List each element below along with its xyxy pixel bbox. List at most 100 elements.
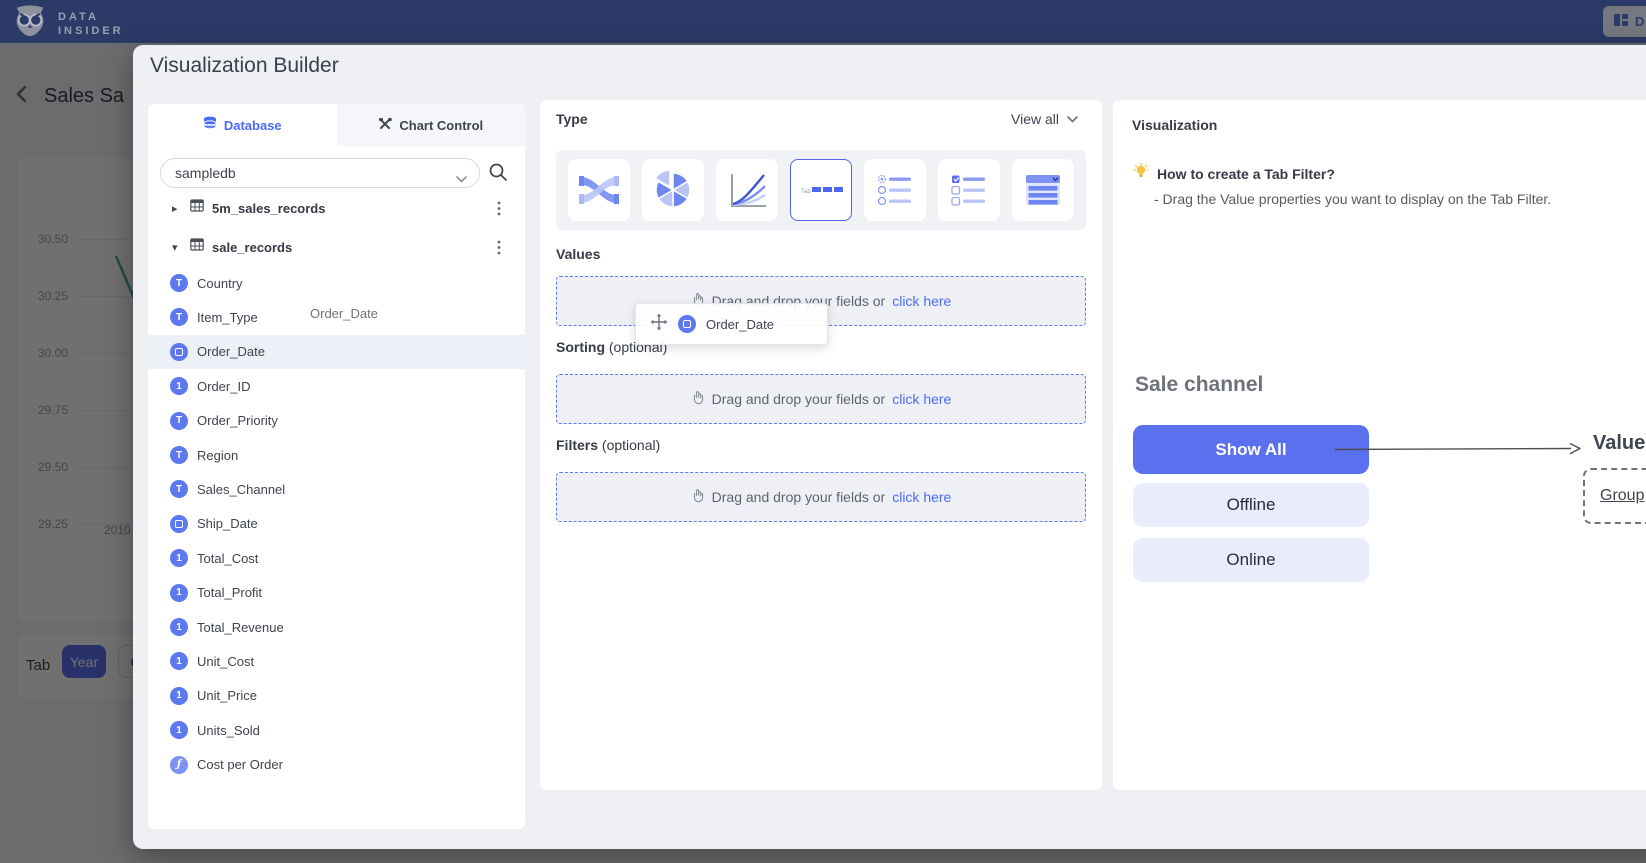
chart-type-strip: Tab: [556, 150, 1086, 230]
field-label: Order_Priority: [197, 413, 278, 428]
field-row[interactable]: 1 Total_Profit: [148, 576, 525, 610]
dashboard-button[interactable]: D: [1603, 6, 1646, 37]
tip-title: How to create a Tab Filter?: [1157, 166, 1335, 182]
chart-type-tab-filter[interactable]: Tab: [790, 159, 852, 221]
modal-title: Visualization Builder: [150, 54, 339, 78]
field-row[interactable]: Ship_Date: [148, 507, 525, 541]
owl-logo-icon: [12, 5, 48, 42]
lightbulb-icon: [1133, 163, 1149, 185]
number-field-icon: 1: [170, 549, 188, 567]
chart-type-radio-list[interactable]: [864, 159, 926, 221]
field-label: Ship_Date: [197, 516, 258, 531]
tab-database[interactable]: Database: [148, 104, 337, 146]
number-field-icon: 1: [170, 377, 188, 395]
tab-database-label: Database: [224, 118, 282, 133]
dropzone-click-here-link[interactable]: click here: [892, 489, 951, 505]
chart-type-sankey[interactable]: [568, 159, 630, 221]
number-field-icon: 1: [170, 584, 188, 602]
field-label: Region: [197, 448, 238, 463]
field-label: Unit_Cost: [197, 654, 254, 669]
text-field-icon: T: [170, 308, 188, 326]
annotation-value-label: Value: [1593, 432, 1645, 455]
field-row[interactable]: TSales_Channel: [148, 472, 525, 506]
preview-option-offline[interactable]: Offline: [1133, 483, 1369, 527]
field-row[interactable]: 1Units_Sold: [148, 713, 525, 747]
dragged-field-chip[interactable]: Order_Date: [635, 303, 828, 345]
text-field-icon: T: [170, 480, 188, 498]
preview-title: Sale channel: [1135, 373, 1263, 397]
brand-logo: DATA INSIDER: [12, 5, 124, 42]
dashboard-icon: [1613, 12, 1629, 31]
view-all-label: View all: [1011, 111, 1059, 127]
sorting-section-label: Sorting: [556, 339, 605, 355]
dropzone-click-here-link[interactable]: click here: [892, 293, 951, 309]
table-row-sale-records[interactable]: ▾ sale_records: [148, 230, 525, 264]
filters-optional-suffix: (optional): [602, 437, 660, 453]
top-navbar: DATA INSIDER D: [0, 0, 1646, 43]
dropzone-click-here-link[interactable]: click here: [892, 391, 951, 407]
view-all-button[interactable]: View all: [1011, 111, 1078, 127]
move-icon: [650, 313, 668, 336]
tab-chart-control[interactable]: Chart Control: [337, 104, 526, 146]
visualization-header: Visualization: [1132, 117, 1217, 133]
text-field-icon: T: [170, 446, 188, 464]
number-field-icon: 1: [170, 618, 188, 636]
caret-down-icon[interactable]: ▾: [172, 241, 182, 254]
date-field-icon: [678, 315, 696, 333]
brand-line2: INSIDER: [58, 25, 124, 37]
sorting-dropzone[interactable]: Drag and drop your fields or click here: [556, 374, 1086, 424]
builder-panel: Type View all Tab Values Drag and drop y…: [540, 100, 1102, 790]
text-field-icon: T: [170, 412, 188, 430]
number-field-icon: 1: [170, 721, 188, 739]
number-field-icon: 1: [170, 687, 188, 705]
annotation-arrow: [1335, 441, 1585, 457]
hand-drag-icon: [691, 390, 705, 408]
field-row[interactable]: T Region: [148, 438, 525, 472]
field-row[interactable]: 1 Total_Revenue: [148, 610, 525, 644]
field-row[interactable]: 1Unit_Cost: [148, 644, 525, 678]
field-row[interactable]: 1 Total_Cost: [148, 541, 525, 575]
field-row[interactable]: TCountry: [148, 266, 525, 300]
field-row[interactable]: Order_Date: [148, 335, 525, 369]
field-label: Cost per Order: [197, 757, 283, 772]
field-label: Total_Cost: [197, 551, 258, 566]
chart-type-line[interactable]: [716, 159, 778, 221]
field-row[interactable]: ƒ Cost per Order: [148, 748, 525, 782]
chart-type-pie[interactable]: [642, 159, 704, 221]
table-row-5m-sales-records[interactable]: ▸ 5m_sales_records: [148, 191, 525, 225]
expression-field-icon: ƒ: [170, 756, 188, 774]
preview-option-show-all[interactable]: Show All: [1133, 425, 1369, 474]
annotation-group-label: Group: [1600, 487, 1644, 505]
kebab-menu-icon[interactable]: [497, 201, 501, 221]
field-row[interactable]: 1Order_ID: [148, 369, 525, 403]
dashboard-button-label: D: [1635, 14, 1644, 29]
chart-type-dropdown-list[interactable]: [1012, 159, 1074, 221]
date-field-icon: [170, 343, 188, 361]
preview-option-online[interactable]: Online: [1133, 538, 1369, 582]
database-select-input[interactable]: [175, 159, 445, 187]
filters-dropzone[interactable]: Drag and drop your fields or click here: [556, 472, 1086, 522]
field-row[interactable]: T Item_Type: [148, 300, 525, 334]
chevron-down-icon: [1067, 116, 1078, 123]
search-icon[interactable]: [488, 162, 510, 184]
field-label: Unit_Price: [197, 688, 257, 703]
field-label: Total_Revenue: [197, 620, 284, 635]
caret-right-icon[interactable]: ▸: [172, 202, 182, 215]
table-name: sale_records: [212, 240, 292, 255]
kebab-menu-icon[interactable]: [497, 240, 501, 260]
svg-text:Tab: Tab: [801, 189, 811, 195]
field-row[interactable]: 1 Unit_Price: [148, 679, 525, 713]
screen: Sales Sa 30.5030.2530.0029.7529.5029.25 …: [0, 0, 1646, 863]
database-select[interactable]: [160, 158, 480, 188]
filters-section-label: Filters: [556, 437, 598, 453]
table-name: 5m_sales_records: [212, 201, 325, 216]
tip-body: - Drag the Value properties you want to …: [1154, 191, 1551, 207]
date-field-icon: [170, 515, 188, 533]
field-row[interactable]: T Order_Priority: [148, 404, 525, 438]
chevron-down-icon: [456, 170, 467, 188]
field-label: Item_Type: [197, 310, 258, 325]
hand-drag-icon: [691, 488, 705, 506]
dropzone-text: Drag and drop your fields or: [712, 391, 886, 407]
chart-type-checkbox-list[interactable]: [938, 159, 1000, 221]
field-label: Total_Profit: [197, 585, 262, 600]
